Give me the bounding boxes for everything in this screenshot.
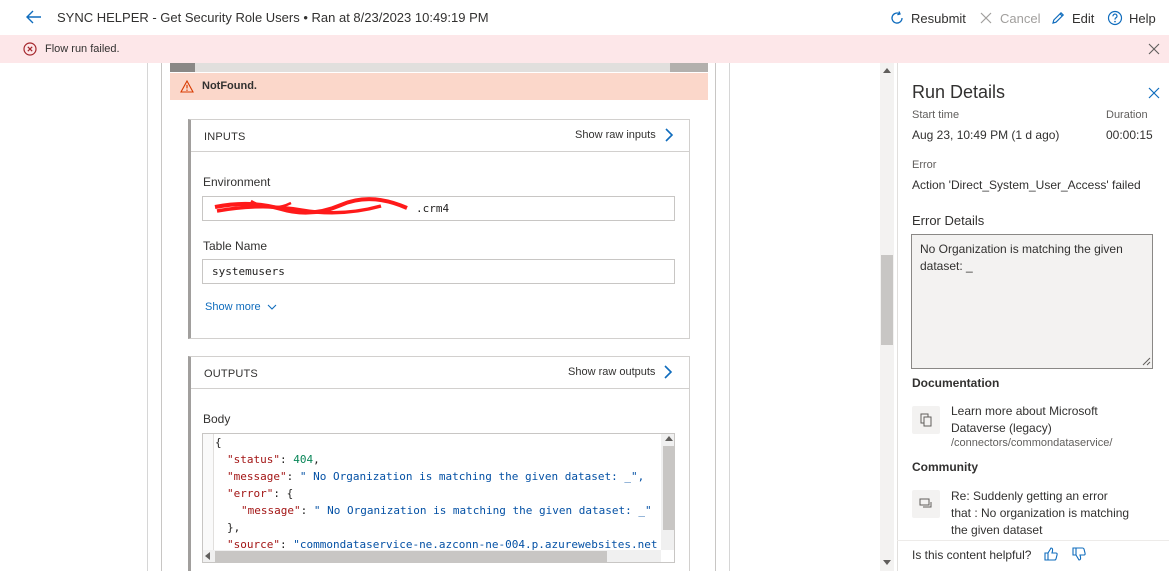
cancel-button[interactable]: Cancel <box>978 8 1040 28</box>
environment-field[interactable]: .crm4 <box>202 196 675 221</box>
help-button[interactable]: Help <box>1107 8 1156 28</box>
scroll-down-arrow-icon[interactable] <box>883 560 891 565</box>
community-heading: Community <box>912 460 978 474</box>
documentation-heading: Documentation <box>912 376 1000 390</box>
redaction-scribble <box>214 197 408 215</box>
warning-icon <box>180 80 194 93</box>
environment-value: .crm4 <box>416 202 450 215</box>
code-line: "message": " No Organization is matching… <box>241 504 652 517</box>
error-details-box[interactable]: No Organization is matching the given da… <box>911 234 1153 369</box>
chevron-down-icon <box>267 304 277 310</box>
community-link-clip: Re: Suddenly getting an error that : No … <box>951 488 1131 538</box>
error-details-label: Error Details <box>912 213 985 228</box>
error-label: Error <box>912 159 937 171</box>
error-value: Action 'Direct_System_User_Access' faile… <box>912 178 1141 192</box>
action-status-text: NotFound. <box>202 80 257 92</box>
scroll-up-arrow-icon[interactable] <box>665 436 673 441</box>
code-line: { <box>215 436 222 449</box>
panel-footer-divider <box>897 540 1169 541</box>
community-link[interactable]: Re: Suddenly getting an error that : No … <box>951 488 1131 538</box>
back-arrow-icon[interactable] <box>24 7 44 27</box>
documentation-path: /connectors/commondataservice/ <box>951 437 1113 449</box>
show-more-link[interactable]: Show more <box>205 301 277 313</box>
close-icon <box>980 12 992 24</box>
resize-grip-icon[interactable] <box>1141 356 1151 366</box>
table-name-field[interactable]: systemusers <box>202 259 675 284</box>
code-line: }, <box>227 521 241 534</box>
top-bar: SYNC HELPER - Get Security Role Users • … <box>0 0 1169 35</box>
thumbs-up-icon[interactable] <box>1043 546 1059 562</box>
scroll-left-arrow-icon[interactable] <box>205 552 210 560</box>
card-header-strip <box>670 63 708 72</box>
card-header-strip <box>170 63 195 72</box>
start-time-label: Start time <box>912 109 960 121</box>
resubmit-label: Resubmit <box>911 10 966 26</box>
duration-value: 00:00:15 <box>1106 128 1153 142</box>
edit-button[interactable]: Edit <box>1050 8 1094 28</box>
chevron-right-icon <box>664 365 673 379</box>
cancel-label: Cancel <box>1000 10 1041 26</box>
code-gutter <box>203 434 214 562</box>
show-raw-outputs-link[interactable]: Show raw outputs <box>568 365 673 379</box>
pencil-icon <box>1052 11 1065 24</box>
code-line: "message": " No Organization is matching… <box>227 470 645 483</box>
flow-run-title: SYNC HELPER - Get Security Role Users • … <box>57 10 489 25</box>
environment-label: Environment <box>203 175 271 189</box>
run-details-title: Run Details <box>912 82 1006 102</box>
canvas-divider <box>729 63 730 571</box>
body-code-viewer[interactable]: { "status": 404, "message": " No Organiz… <box>202 433 675 563</box>
documentation-icon <box>912 406 940 434</box>
dismiss-banner-icon[interactable] <box>1148 43 1160 55</box>
canvas-divider <box>147 63 148 571</box>
show-more-label: Show more <box>205 301 261 313</box>
table-name-label: Table Name <box>203 239 268 253</box>
code-vertical-scroll-thumb[interactable] <box>663 446 674 530</box>
inputs-title: INPUTS <box>204 131 246 143</box>
code-line: "error": { <box>227 487 294 500</box>
help-label: Help <box>1129 10 1156 26</box>
start-time-value: Aug 23, 10:49 PM (1 d ago) <box>912 128 1060 142</box>
outputs-header: OUTPUTS Show raw outputs <box>191 357 689 389</box>
resubmit-button[interactable]: Resubmit <box>889 8 966 28</box>
banner-message: Flow run failed. <box>45 43 120 55</box>
show-raw-inputs-label: Show raw inputs <box>575 129 656 141</box>
helpful-question: Is this content helpful? <box>912 548 1032 562</box>
inputs-header: INPUTS Show raw inputs <box>191 120 689 152</box>
thumbs-down-icon[interactable] <box>1071 546 1087 562</box>
close-panel-icon[interactable] <box>1148 87 1160 99</box>
code-horizontal-scroll-thumb[interactable] <box>215 551 607 562</box>
community-icon <box>912 490 940 518</box>
outputs-title: OUTPUTS <box>204 368 258 380</box>
show-raw-outputs-label: Show raw outputs <box>568 366 656 378</box>
help-icon <box>1107 10 1123 26</box>
refresh-icon <box>891 11 903 24</box>
canvas-scroll-thumb[interactable] <box>881 255 893 345</box>
error-details-text: No Organization is matching the given da… <box>920 242 1123 273</box>
code-line: "status": 404, <box>227 453 320 466</box>
chat-icon <box>919 498 932 508</box>
documentation-link[interactable]: Learn more about Microsoft Dataverse (le… <box>951 403 1131 437</box>
scroll-up-arrow-icon[interactable] <box>883 68 891 73</box>
error-circle-icon <box>23 42 37 56</box>
duration-label: Duration <box>1106 109 1148 121</box>
card-header-strip <box>195 63 670 72</box>
edit-label: Edit <box>1072 10 1095 26</box>
show-raw-inputs-link[interactable]: Show raw inputs <box>575 128 674 142</box>
error-banner: Flow run failed. <box>0 35 1169 63</box>
document-icon <box>920 413 932 427</box>
chevron-right-icon <box>665 128 673 142</box>
body-label: Body <box>203 412 231 426</box>
